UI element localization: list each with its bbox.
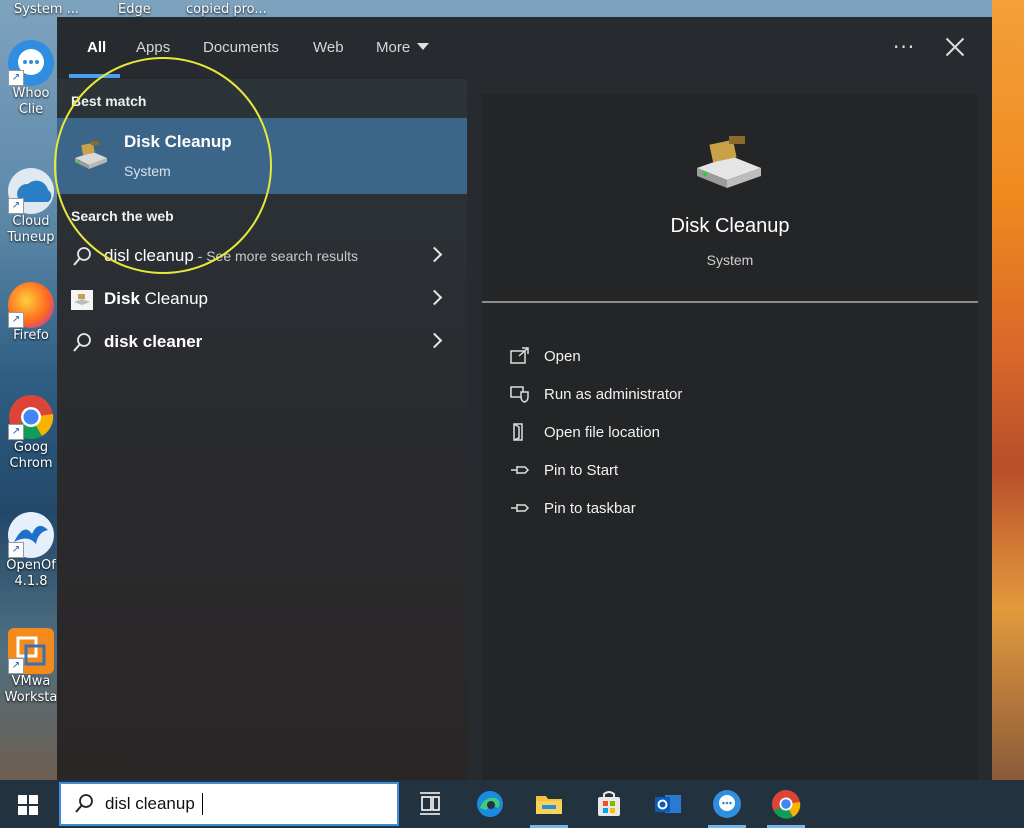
outlook-icon[interactable]: [652, 788, 684, 820]
wallpaper-right-strip: [992, 0, 1024, 780]
file-explorer-icon[interactable]: [533, 788, 565, 820]
action-open-file-location[interactable]: Open file location: [510, 419, 950, 447]
search-icon: [73, 333, 91, 352]
windows-logo-pane: [29, 806, 38, 815]
cloud-tuneup-icon: ↗: [8, 168, 54, 214]
desktop-icon-label: VMwa Worksta: [4, 674, 58, 705]
tab-apps[interactable]: Apps: [136, 39, 170, 56]
shield-icon: [510, 386, 529, 403]
action-open[interactable]: Open: [510, 343, 950, 371]
desktop-icon-whoo[interactable]: ↗ Whoo Clie: [0, 40, 62, 118]
open-icon: [510, 347, 529, 364]
chrome-icon[interactable]: [770, 788, 802, 820]
edge-icon[interactable]: [474, 788, 506, 820]
chevron-right-icon: [426, 332, 443, 349]
shortcut-arrow-icon: ↗: [8, 70, 24, 86]
chevron-down-icon: [417, 43, 430, 50]
disk-cleanup-icon: [693, 134, 765, 190]
chrome-icon: ↗: [8, 394, 54, 440]
ellipsis-icon[interactable]: ···: [893, 35, 915, 59]
chevron-right-icon: [426, 289, 443, 306]
action-label: Run as administrator: [544, 386, 683, 403]
chat-bubble-icon: ↗: [8, 40, 54, 86]
action-pin-to-taskbar[interactable]: Pin to taskbar: [510, 495, 950, 523]
desktop-icon-cloud-tuneup[interactable]: ↗ Cloud Tuneup: [0, 168, 62, 246]
windows-logo-pane: [29, 795, 38, 804]
web-result-row[interactable]: disk cleaner: [57, 322, 467, 362]
chat-icon[interactable]: [711, 788, 743, 820]
file-location-icon: [513, 423, 523, 441]
desktop-label-copied[interactable]: copied pro...: [186, 2, 267, 17]
tab-documents[interactable]: Documents: [203, 39, 279, 56]
windows-start-icon[interactable]: [18, 795, 38, 815]
action-label: Open: [544, 348, 581, 365]
desktop-label-edge[interactable]: Edge: [118, 2, 151, 17]
disk-cleanup-small-icon: [71, 290, 93, 310]
highlight-circle-annotation: [54, 57, 272, 274]
web-result-text: disk cleaner: [104, 332, 202, 352]
action-label: Pin to taskbar: [544, 500, 636, 517]
action-label: Pin to Start: [544, 462, 619, 479]
detail-title: Disk Cleanup: [670, 215, 790, 237]
search-icon: [73, 247, 91, 266]
chevron-right-icon: [426, 246, 443, 263]
desktop-icon-label: Firefo: [13, 328, 49, 343]
desktop-icon-firefox[interactable]: ↗ Firefo: [0, 282, 62, 344]
action-run-as-admin[interactable]: Run as administrator: [510, 381, 950, 409]
detail-pane: Disk Cleanup System Open Run as administ…: [482, 94, 978, 780]
action-pin-to-start[interactable]: Pin to Start: [510, 457, 950, 485]
desktop-icon-label: Whoo Clie: [12, 86, 50, 117]
search-icon: [75, 794, 93, 813]
web-result-main: disk cleaner: [104, 332, 203, 351]
tab-all[interactable]: All: [87, 39, 106, 56]
pin-icon: [511, 504, 530, 512]
desktop-icon-vmware[interactable]: ↗ VMwa Worksta: [0, 628, 62, 706]
web-result-row[interactable]: Disk Cleanup: [57, 279, 467, 319]
shortcut-arrow-icon: ↗: [8, 312, 24, 328]
desktop-icon-chrome[interactable]: ↗ Goog Chrom: [0, 394, 62, 472]
shortcut-arrow-icon: ↗: [8, 542, 24, 558]
taskbar-search-box[interactable]: [59, 782, 399, 826]
windows-logo-pane: [18, 795, 27, 804]
detail-subtitle: System: [706, 252, 754, 268]
web-result-rest: Cleanup: [144, 289, 208, 308]
windows-logo-pane: [18, 806, 27, 815]
desktop-icon-label: Goog Chrom: [9, 440, 53, 471]
desktop-label-system[interactable]: System ...: [14, 2, 79, 17]
shortcut-arrow-icon: ↗: [8, 658, 24, 674]
close-icon[interactable]: [945, 37, 965, 57]
shortcut-arrow-icon: ↗: [8, 198, 24, 214]
search-input[interactable]: [105, 792, 385, 816]
desktop-icon-label: OpenOf 4.1.8: [6, 558, 56, 589]
web-result-bold: Disk: [104, 289, 140, 308]
taskbar: [0, 780, 1024, 828]
action-label: Open file location: [544, 424, 660, 441]
detail-divider: [482, 301, 978, 303]
web-result-text: Disk Cleanup: [104, 289, 208, 309]
tab-web[interactable]: Web: [313, 39, 344, 56]
openoffice-icon: ↗: [8, 512, 54, 558]
firefox-icon: ↗: [8, 282, 54, 328]
text-caret: [202, 793, 203, 815]
tab-more[interactable]: More: [376, 39, 430, 56]
desktop-icon-openoffice[interactable]: ↗ OpenOf 4.1.8: [0, 512, 62, 590]
store-icon[interactable]: [593, 788, 625, 820]
tab-more-label: More: [376, 39, 411, 56]
pin-icon: [511, 466, 530, 474]
shortcut-arrow-icon: ↗: [8, 424, 24, 440]
desktop-icon-label: Cloud Tuneup: [7, 214, 55, 245]
task-view-icon[interactable]: [414, 788, 446, 820]
vmware-icon: ↗: [8, 628, 54, 674]
